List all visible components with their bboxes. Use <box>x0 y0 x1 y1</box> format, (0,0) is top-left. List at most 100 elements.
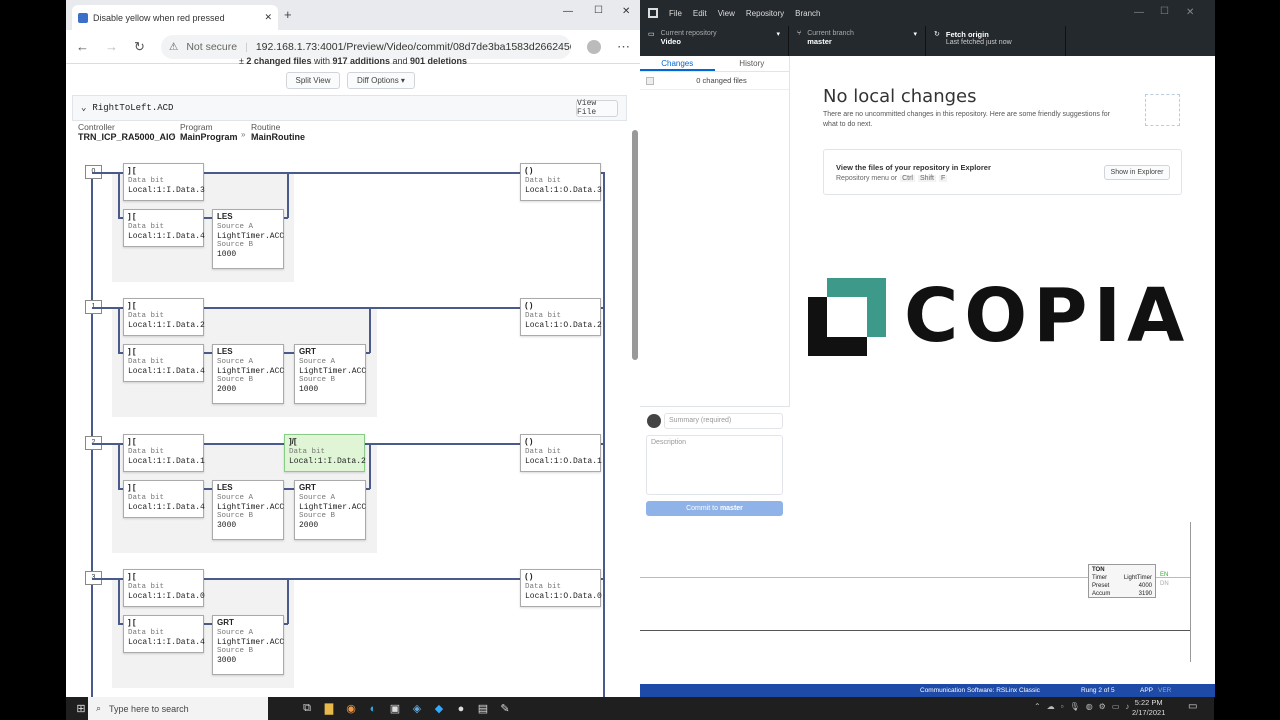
grt-instruction[interactable]: GRT Source A LightTimer.ACC Source B 3000 <box>212 615 284 675</box>
ote-instruction[interactable]: ( ) Data bit Local:1:O.Data.3 <box>520 163 602 201</box>
tab-history[interactable]: History <box>715 56 790 71</box>
breadcrumb-separator-icon: » <box>241 130 246 139</box>
xic-instruction[interactable]: ] [Data bit Local:1:I.Data.4 <box>123 480 205 518</box>
diff-summary: ± 2 changed files with 917 additions and… <box>238 56 468 66</box>
reload-icon[interactable]: ↻ <box>134 39 145 55</box>
commit-button[interactable]: Commit to master <box>646 501 783 516</box>
commit-form: Summary (required) Description Commit to… <box>640 406 790 522</box>
no-changes-title: No local changes <box>823 86 977 107</box>
menu-branch[interactable]: Branch <box>795 9 820 18</box>
grt-instruction[interactable]: GRT Source A LightTimer.ACC Source B 1000 <box>294 344 366 404</box>
vscode-icon[interactable]: ◆ <box>428 702 450 715</box>
ton-instruction[interactable]: TON Timer LightTimer Preset 4000 Accum 3190 <box>1088 564 1156 598</box>
rung-0: 0 ] [Data bitLocal:1:I.Data.3 ] [Data bi… <box>66 163 640 283</box>
windows-start-icon[interactable]: ⊞ <box>70 702 92 715</box>
ote-instruction[interactable]: ( ) Data bit Local:1:O.Data.2 <box>520 298 602 336</box>
ote-instruction[interactable]: ( ) Data bit Local:1:O.Data.1 <box>520 434 602 472</box>
edge-icon[interactable]: ◐ <box>362 703 384 715</box>
caret-down-icon: ▾ <box>776 31 780 38</box>
current-repository-selector[interactable]: ▭ Current repository Video ▾ <box>640 26 789 56</box>
sidebar: Changes History 0 changed files Summary … <box>640 56 790 522</box>
avatar <box>647 414 661 428</box>
forward-icon[interactable]: → <box>105 39 118 54</box>
warning-icon: ⚠ <box>168 40 179 53</box>
main-panel: No local changes There are no uncommitte… <box>790 56 1215 522</box>
github-icon[interactable]: ● <box>450 703 472 715</box>
rslogix-status-bar: Communication Software: RSLinx Classic R… <box>640 684 1215 697</box>
no-changes-text: There are no uncommitted changes in this… <box>823 111 1111 128</box>
paint-icon[interactable]: ✎ <box>494 702 516 715</box>
branch-icon: ⑂ <box>797 30 802 37</box>
xic-instruction[interactable]: ] [Data bit Local:1:I.Data.3 <box>123 163 205 201</box>
address-bar[interactable]: ⚠ Not secure | 192.168.1.73:4001/Preview… <box>160 34 571 59</box>
menu-edit[interactable]: Edit <box>693 9 707 18</box>
xic-instruction[interactable]: ] [Data bit Local:1:I.Data.2 <box>123 298 205 336</box>
explorer-shortcut: Repository menu or Ctrl Shift F <box>836 175 948 182</box>
tab-title: Disable yellow when red pressed <box>93 12 225 23</box>
explorer-suggestion-card: View the files of your repository in Exp… <box>823 149 1182 195</box>
close-button[interactable]: ✕ <box>1186 7 1194 18</box>
show-in-explorer-button[interactable]: Show in Explorer <box>1104 165 1170 180</box>
ote-instruction[interactable]: ( ) Data bit Local:1:O.Data.0 <box>520 569 602 607</box>
xio-instruction-added[interactable]: ]/[Data bit Local:1:I.Data.2 <box>284 434 366 472</box>
les-instruction[interactable]: LES Source A LightTimer.ACC Source B 2000 <box>212 344 284 404</box>
back-icon[interactable]: ← <box>76 39 89 54</box>
maximize-button[interactable]: ☐ <box>594 5 603 16</box>
fetch-origin-button[interactable]: ↻ Fetch origin Last fetched just now <box>926 26 1066 56</box>
new-tab-icon[interactable]: + <box>284 7 292 22</box>
copia-logo-text: COPIA <box>904 273 1191 359</box>
view-file-button[interactable]: View File <box>576 99 618 117</box>
xic-instruction[interactable]: ] [Data bit Local:1:I.Data.4 <box>123 344 205 382</box>
rslogix-background-window: TON Timer LightTimer Preset 4000 Accum 3190… <box>640 522 1215 684</box>
rung-2: 2 ] [Data bitLocal:1:I.Data.1 ]/[Data bi… <box>66 434 640 554</box>
notification-icon[interactable]: ▭ <box>1188 701 1197 712</box>
explorer-title: View the files of your repository in Exp… <box>836 163 991 172</box>
xic-instruction[interactable]: ] [Data bit Local:1:I.Data.0 <box>123 569 205 607</box>
les-instruction[interactable]: LES Source A LightTimer.ACC Source B 1000 <box>212 209 284 269</box>
changed-files-count: 0 changed files <box>696 76 747 85</box>
menu-repository[interactable]: Repository <box>746 9 784 18</box>
breadcrumb-separator-icon: » <box>171 130 176 139</box>
security-label: Not secure <box>186 40 238 53</box>
notepad-icon[interactable]: ▤ <box>472 702 494 715</box>
summary-input[interactable]: Summary (required) <box>664 413 783 429</box>
xic-instruction[interactable]: ] [Data bit Local:1:I.Data.1 <box>123 434 205 472</box>
terminal-icon[interactable]: ▣ <box>384 702 406 715</box>
les-instruction[interactable]: LES Source A LightTimer.ACC Source B 3000 <box>212 480 284 540</box>
github-desktop-window: File Edit View Repository Branch — ☐ ✕ ▭… <box>640 0 1215 522</box>
search-icon: ⌕ <box>96 703 102 713</box>
tab-changes[interactable]: Changes <box>640 56 715 71</box>
menu-file[interactable]: File <box>669 9 682 18</box>
file-explorer-icon[interactable]: ▇ <box>318 702 340 715</box>
close-button[interactable]: ✕ <box>622 6 630 17</box>
close-tab-icon[interactable]: ✕ <box>264 12 272 23</box>
system-tray-icons[interactable]: ⌃☁▫🎙◍⚙▭♪ <box>1034 702 1135 711</box>
profile-icon[interactable] <box>587 39 601 54</box>
taskbar: ⊞ ⌕ Type here to search ⧉ ▇ ◉ ◐ ▣ ◈ ◆ ● … <box>66 697 1214 720</box>
diff-options-button[interactable]: Diff Options ▾ <box>347 72 415 89</box>
file-header: ⌄ RightToLeft.ACD View File <box>72 95 627 121</box>
xic-instruction[interactable]: ] [Data bit Local:1:I.Data.4 <box>123 615 205 653</box>
maximize-button[interactable]: ☐ <box>1160 6 1169 17</box>
minimize-button[interactable]: — <box>563 6 573 17</box>
clock[interactable]: 5:22 PM 2/17/2021 <box>1132 698 1165 718</box>
menu-icon[interactable]: ⋯ <box>617 39 630 55</box>
split-view-button[interactable]: Split View <box>286 72 340 89</box>
app-icon[interactable]: ◈ <box>406 702 428 715</box>
browser-tab[interactable]: Disable yellow when red pressed ✕ <box>72 5 278 30</box>
rung-3: 3 ] [Data bitLocal:1:I.Data.0 ] [Data bi… <box>66 569 640 689</box>
menu-view[interactable]: View <box>718 9 735 18</box>
chrome-icon[interactable]: ◉ <box>340 702 362 715</box>
task-view-icon[interactable]: ⧉ <box>296 702 318 715</box>
xic-instruction[interactable]: ] [Data bit Local:1:I.Data.4 <box>123 209 205 247</box>
select-all-checkbox[interactable] <box>646 76 654 85</box>
chevron-down-icon[interactable]: ⌄ <box>81 103 86 113</box>
current-branch-selector[interactable]: ⑂ Current branch master ▾ <box>789 26 926 56</box>
taskbar-search[interactable]: ⌕ Type here to search <box>88 697 268 720</box>
additions-count: 917 additions <box>332 56 390 66</box>
rung-1: 1 ] [Data bitLocal:1:I.Data.2 ] [Data bi… <box>66 298 640 418</box>
minimize-button[interactable]: — <box>1134 7 1144 18</box>
grt-instruction[interactable]: GRT Source A LightTimer.ACC Source B 2000 <box>294 480 366 540</box>
files-count: 2 changed files <box>246 56 312 66</box>
description-input[interactable]: Description <box>646 435 783 495</box>
